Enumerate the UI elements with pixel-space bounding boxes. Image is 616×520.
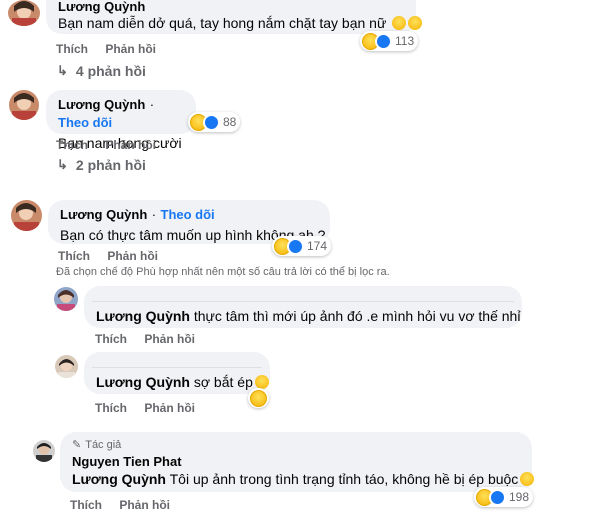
- reply-bubble: ✎ Tác giả Nguyen Tien Phat Lương Quỳnh T…: [60, 432, 535, 492]
- like-reaction-icon: [375, 32, 392, 50]
- reaction-summary[interactable]: [248, 388, 269, 408]
- rofl-emoji-icon: [254, 375, 269, 389]
- author-badge: ✎ Tác giả: [72, 438, 122, 452]
- reply-button[interactable]: Phản hồi: [119, 498, 170, 512]
- reply-text: Lương Quỳnh thực tâm thì mới úp ảnh đó .…: [96, 308, 521, 324]
- comment-bubble: Lương Quỳnh Bạn nam diễn dở quá, tay hon…: [46, 0, 423, 34]
- reply-arrow-icon: ↳: [57, 63, 68, 78]
- redacted-name-bar: [92, 292, 514, 302]
- commenter-name[interactable]: Lương Quỳnh: [58, 0, 145, 14]
- pencil-icon: ✎: [72, 439, 82, 451]
- view-replies-link[interactable]: ↳ 2 phản hồi: [57, 157, 146, 173]
- reaction-summary[interactable]: 88: [188, 112, 241, 132]
- comment-actions: Thích Phản hồi: [58, 249, 172, 263]
- comment-text: Bạn nam diễn dở quá, tay hong nắm chặt t…: [58, 15, 423, 31]
- reply-button[interactable]: Phản hồi: [105, 42, 156, 56]
- like-button[interactable]: Thích: [95, 401, 127, 415]
- reply-arrow-icon: ↳: [57, 157, 68, 172]
- avatar[interactable]: [33, 440, 55, 462]
- like-reaction-icon: [489, 488, 506, 506]
- reaction-count: 198: [509, 490, 530, 504]
- reply-button[interactable]: Phản hồi: [105, 138, 156, 152]
- reply-bubble: Lương Quỳnh sợ bắt ép: [84, 352, 270, 394]
- like-button[interactable]: Thích: [56, 42, 88, 56]
- like-reaction-icon: [287, 237, 304, 255]
- avatar[interactable]: [8, 0, 40, 26]
- reply-bubble: Lương Quỳnh thực tâm thì mới úp ảnh đó .…: [84, 286, 522, 328]
- reply-button[interactable]: Phản hồi: [144, 401, 195, 415]
- reaction-count: 113: [395, 34, 415, 48]
- avatar[interactable]: [54, 287, 78, 311]
- comment-actions: Thích Phản hồi: [56, 42, 170, 56]
- commenter-name[interactable]: Nguyen Tien Phat: [72, 454, 520, 469]
- avatar[interactable]: [11, 200, 42, 231]
- reaction-count: 88: [223, 115, 237, 129]
- reply-actions: Thích Phản hồi: [95, 401, 209, 415]
- sweat-smile-emoji-icon: [392, 16, 407, 30]
- reply-button[interactable]: Phản hồi: [144, 332, 195, 346]
- reaction-summary[interactable]: 198: [474, 487, 534, 507]
- reaction-count: 174: [307, 239, 328, 253]
- like-reaction-icon: [203, 113, 220, 131]
- redacted-name-bar: [92, 358, 262, 368]
- reaction-summary[interactable]: 113: [360, 31, 419, 51]
- comment-bubble: Lương Quỳnh · Theo dõi Bạn nam hong cười: [46, 90, 196, 151]
- reply-button[interactable]: Phản hồi: [107, 249, 158, 263]
- mention-link[interactable]: Lương Quỳnh: [72, 471, 166, 487]
- mention-link[interactable]: Lương Quỳnh: [96, 374, 190, 390]
- commenter-name[interactable]: Lương Quỳnh: [60, 207, 147, 222]
- like-button[interactable]: Thích: [56, 138, 88, 152]
- sweat-smile-emoji-icon: [408, 16, 423, 30]
- haha-reaction-icon: [250, 389, 267, 407]
- reply-text: Lương Quỳnh Tôi up ảnh trong tình trạng …: [72, 471, 535, 487]
- view-replies-link[interactable]: ↳ 4 phản hồi: [57, 63, 146, 79]
- reply-actions: Thích Phản hồi: [70, 498, 184, 512]
- follow-button[interactable]: Theo dõi: [161, 207, 215, 222]
- filter-note: Đã chọn chế độ Phù hợp nhất nên một số c…: [56, 266, 390, 278]
- reply-text: Lương Quỳnh sợ bắt ép: [96, 374, 269, 390]
- like-button[interactable]: Thích: [70, 498, 102, 512]
- avatar[interactable]: [9, 90, 39, 120]
- comment-actions: Thích Phản hồi: [56, 138, 170, 152]
- reply-actions: Thích Phản hồi: [95, 332, 209, 346]
- sad-tear-emoji-icon: [520, 472, 535, 486]
- commenter-name[interactable]: Lương Quỳnh: [58, 97, 145, 112]
- mention-link[interactable]: Lương Quỳnh: [96, 308, 190, 324]
- like-button[interactable]: Thích: [58, 249, 90, 263]
- follow-button[interactable]: Theo dõi: [58, 115, 112, 130]
- like-button[interactable]: Thích: [95, 332, 127, 346]
- avatar[interactable]: [55, 355, 78, 378]
- reaction-summary[interactable]: 174: [272, 236, 332, 256]
